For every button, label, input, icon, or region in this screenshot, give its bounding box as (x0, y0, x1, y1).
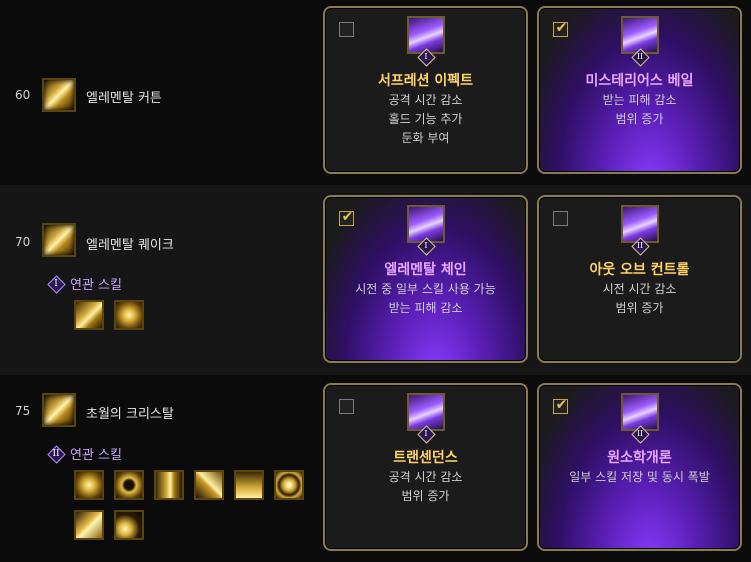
skill-name: 초월의 크리스탈 (86, 407, 174, 422)
augment-description: 시전 중 일부 스킬 사용 가능 받는 피해 감소 (325, 280, 526, 318)
augment-checkbox[interactable] (339, 22, 354, 37)
related-skills-label: I 연관 스킬 (48, 274, 122, 293)
description-line: 받는 피해 감소 (388, 301, 463, 315)
elemental-quake-icon[interactable] (42, 223, 76, 257)
description-line: 시전 중 일부 스킬 사용 가능 (355, 282, 496, 296)
augment-description: 받는 피해 감소 범위 증가 (539, 91, 740, 129)
related-skills-label: II 연관 스킬 (48, 444, 122, 463)
related-skill-explosion-icon[interactable] (74, 470, 104, 500)
augment-checkbox-checked[interactable] (553, 20, 569, 37)
augment-title: 트랜센던스 (393, 450, 458, 466)
augment-title: 서프레션 이펙트 (377, 73, 474, 89)
augment-tier-badge-icon: II (632, 49, 648, 65)
related-skill-comet-icon[interactable] (114, 510, 144, 540)
augment-card-mysterious-veil[interactable]: II 미스테리어스 베일 받는 피해 감소 범위 증가 (537, 6, 742, 174)
augment-tier-badge-icon: I (418, 238, 434, 254)
augment-title: 미스테리어스 베일 (585, 73, 694, 89)
level-label: 60 (15, 88, 31, 102)
related-skill-burst-icon[interactable] (114, 300, 144, 330)
augment-description: 공격 시간 감소 홀드 기능 추가 둔화 부여 (325, 91, 526, 148)
description-line: 범위 증가 (615, 112, 664, 126)
augment-tier-badge-icon: II (632, 426, 648, 442)
augment-title: 아웃 오브 컨트롤 (589, 262, 690, 278)
transcendent-crystal-icon[interactable] (42, 393, 76, 427)
augment-checkbox-checked[interactable] (553, 397, 569, 414)
augment-tier-badge-icon: II (632, 238, 648, 254)
elemental-curtain-icon[interactable] (42, 78, 76, 112)
related-skill-crystal-icon[interactable] (74, 510, 104, 540)
related-skill-eclipse-icon[interactable] (114, 470, 144, 500)
augment-title: 엘레멘탈 체인 (384, 262, 467, 278)
description-line: 일부 스킬 저장 및 동시 폭발 (569, 470, 710, 484)
tier-badge-icon: II (48, 446, 64, 462)
augment-card-elemental-chain[interactable]: I 엘레멘탈 체인 시전 중 일부 스킬 사용 가능 받는 피해 감소 (323, 195, 528, 363)
skill-name: 엘레멘탈 커튼 (86, 91, 162, 106)
related-skill-curtain-icon[interactable] (154, 470, 184, 500)
description-line: 시전 시간 감소 (602, 282, 677, 296)
description-line: 공격 시간 감소 (388, 93, 463, 107)
augment-title: 원소학개론 (607, 450, 672, 466)
related-skills-text: 연관 스킬 (70, 278, 122, 293)
tier-badge-icon: I (48, 276, 64, 292)
augment-card-transcendence[interactable]: I 트랜센던스 공격 시간 감소 범위 증가 (323, 383, 528, 551)
description-line: 받는 피해 감소 (602, 93, 677, 107)
skill-name: 엘레멘탈 퀘이크 (86, 238, 174, 253)
description-line: 홀드 기능 추가 (388, 112, 463, 126)
related-skills-text: 연관 스킬 (70, 448, 122, 463)
augment-checkbox[interactable] (339, 399, 354, 414)
augment-tier-badge-icon: I (418, 49, 434, 65)
related-skill-spiral-icon[interactable] (274, 470, 304, 500)
augment-card-elementology[interactable]: II 원소학개론 일부 스킬 저장 및 동시 폭발 (537, 383, 742, 551)
related-skill-flame-icon[interactable] (234, 470, 264, 500)
related-skill-vortex-icon[interactable] (194, 470, 224, 500)
augment-card-suppression-effect[interactable]: I 서프레션 이펙트 공격 시간 감소 홀드 기능 추가 둔화 부여 (323, 6, 528, 174)
augment-tier-badge-icon: I (418, 426, 434, 442)
augment-checkbox-checked[interactable] (339, 209, 355, 226)
augment-description: 시전 시간 감소 범위 증가 (539, 280, 740, 318)
description-line: 범위 증가 (401, 489, 450, 503)
description-line: 공격 시간 감소 (388, 470, 463, 484)
augment-checkbox[interactable] (553, 211, 568, 226)
augment-description: 일부 스킬 저장 및 동시 폭발 (539, 468, 740, 487)
description-line: 범위 증가 (615, 301, 664, 315)
level-label: 70 (15, 235, 31, 249)
related-skill-curtain-icon[interactable] (74, 300, 104, 330)
augment-description: 공격 시간 감소 범위 증가 (325, 468, 526, 506)
level-label: 75 (15, 404, 31, 418)
description-line: 둔화 부여 (401, 131, 450, 145)
augment-card-out-of-control[interactable]: II 아웃 오브 컨트롤 시전 시간 감소 범위 증가 (537, 195, 742, 363)
